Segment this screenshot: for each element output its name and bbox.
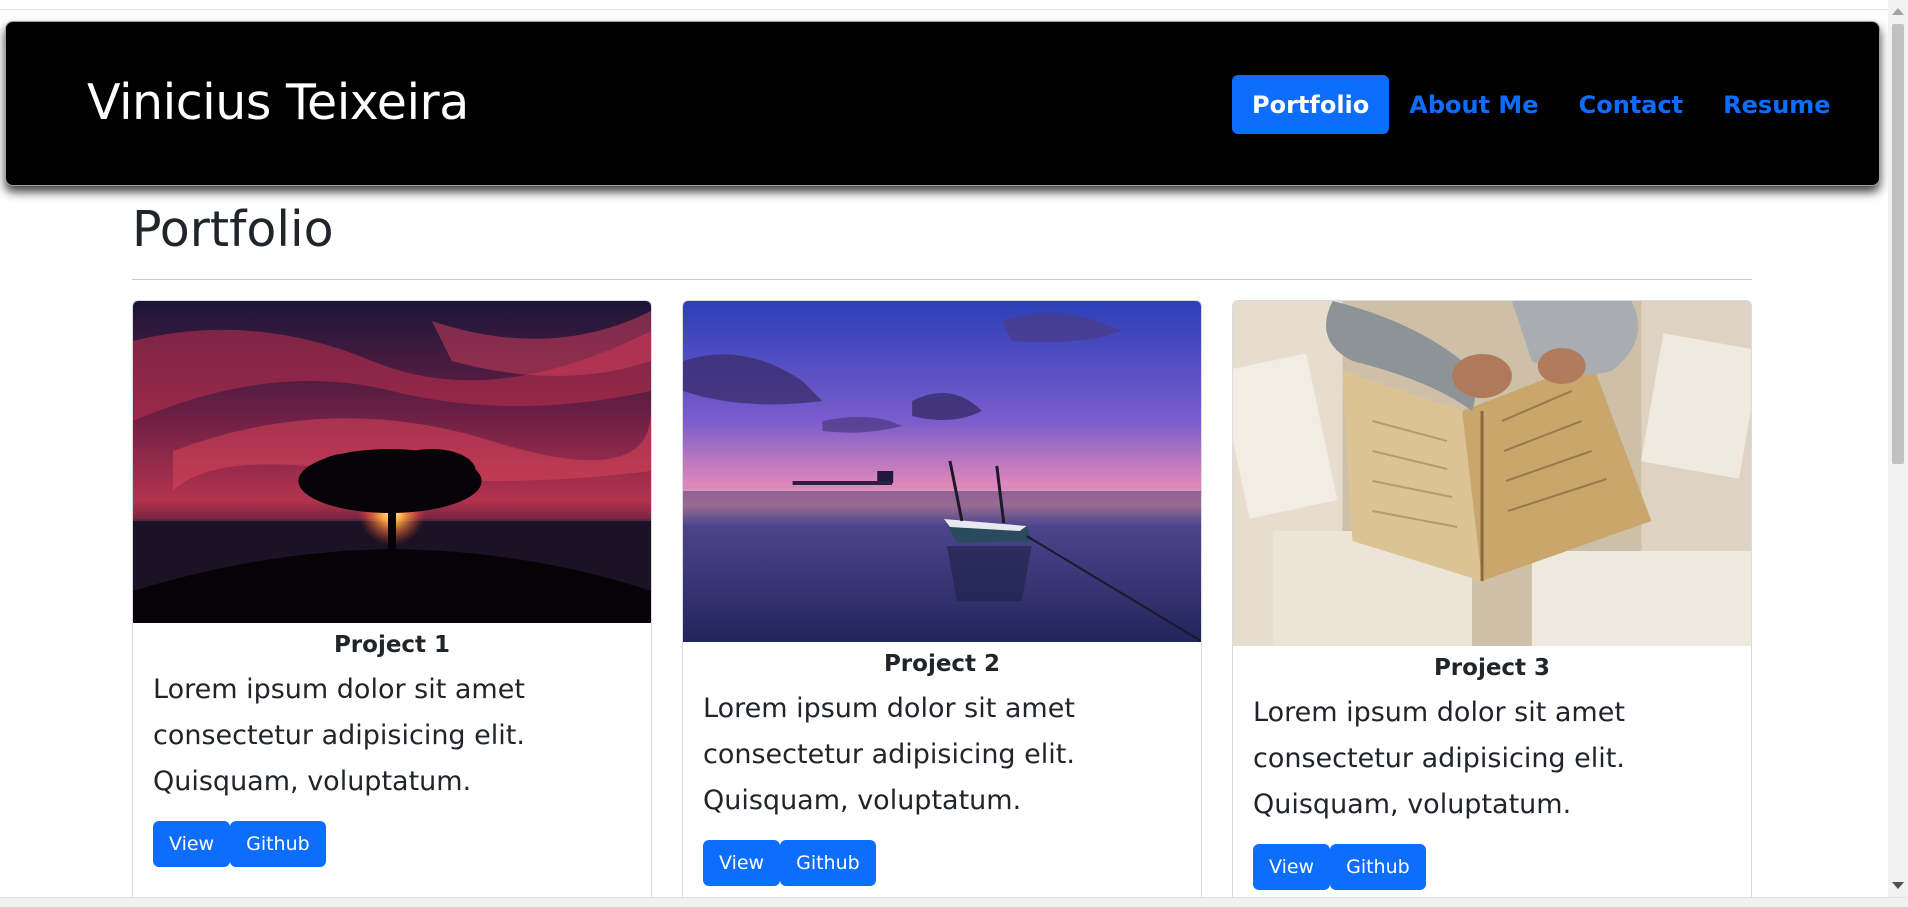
open-books-image bbox=[1233, 301, 1751, 646]
view-button[interactable]: View bbox=[703, 840, 781, 886]
section-divider bbox=[132, 279, 1752, 280]
scroll-up-icon[interactable] bbox=[1892, 8, 1904, 15]
section-title: Portfolio bbox=[132, 201, 334, 258]
scroll-down-icon[interactable] bbox=[1892, 882, 1904, 889]
nav-links: Portfolio About Me Contact Resume bbox=[1232, 75, 1851, 134]
project-card: Project 3 Lorem ipsum dolor sit amet con… bbox=[1232, 300, 1752, 897]
project-card: Project 1 Lorem ipsum dolor sit amet con… bbox=[132, 300, 652, 897]
card-actions: View Github bbox=[133, 821, 651, 867]
horizontal-scrollbar[interactable] bbox=[0, 897, 1908, 907]
vertical-scrollbar[interactable] bbox=[1888, 0, 1908, 897]
card-body: Project 1 Lorem ipsum dolor sit amet con… bbox=[133, 623, 651, 867]
nav-item-portfolio[interactable]: Portfolio bbox=[1232, 75, 1390, 134]
card-title: Project 1 bbox=[333, 632, 451, 658]
github-button[interactable]: Github bbox=[780, 840, 876, 886]
card-title: Project 3 bbox=[1433, 655, 1551, 681]
github-button[interactable]: Github bbox=[230, 821, 326, 867]
navbar: Vinicius Teixeira Portfolio About Me Con… bbox=[5, 21, 1880, 186]
card-body: Project 2 Lorem ipsum dolor sit amet con… bbox=[683, 642, 1201, 886]
top-divider bbox=[0, 9, 1888, 10]
boat-lake-image bbox=[683, 301, 1201, 642]
card-body: Project 3 Lorem ipsum dolor sit amet con… bbox=[1233, 646, 1751, 890]
card-text: Lorem ipsum dolor sit amet consectetur a… bbox=[1253, 697, 1625, 820]
project-card: Project 2 Lorem ipsum dolor sit amet con… bbox=[682, 300, 1202, 897]
nav-item-resume[interactable]: Resume bbox=[1703, 75, 1850, 134]
card-text: Lorem ipsum dolor sit amet consectetur a… bbox=[153, 674, 525, 797]
view-button[interactable]: View bbox=[1253, 844, 1331, 890]
card-actions: View Github bbox=[683, 840, 1201, 886]
view-button[interactable]: View bbox=[153, 821, 231, 867]
card-text: Lorem ipsum dolor sit amet consectetur a… bbox=[703, 693, 1075, 816]
brand-title[interactable]: Vinicius Teixeira bbox=[87, 74, 469, 131]
tree-sunset-image bbox=[133, 301, 651, 623]
scroll-thumb[interactable] bbox=[1892, 24, 1904, 464]
github-button[interactable]: Github bbox=[1330, 844, 1426, 890]
page: Vinicius Teixeira Portfolio About Me Con… bbox=[0, 0, 1888, 897]
nav-item-about-me[interactable]: About Me bbox=[1389, 75, 1558, 134]
nav-item-contact[interactable]: Contact bbox=[1559, 75, 1704, 134]
card-actions: View Github bbox=[1233, 844, 1751, 890]
card-title: Project 2 bbox=[883, 651, 1001, 677]
